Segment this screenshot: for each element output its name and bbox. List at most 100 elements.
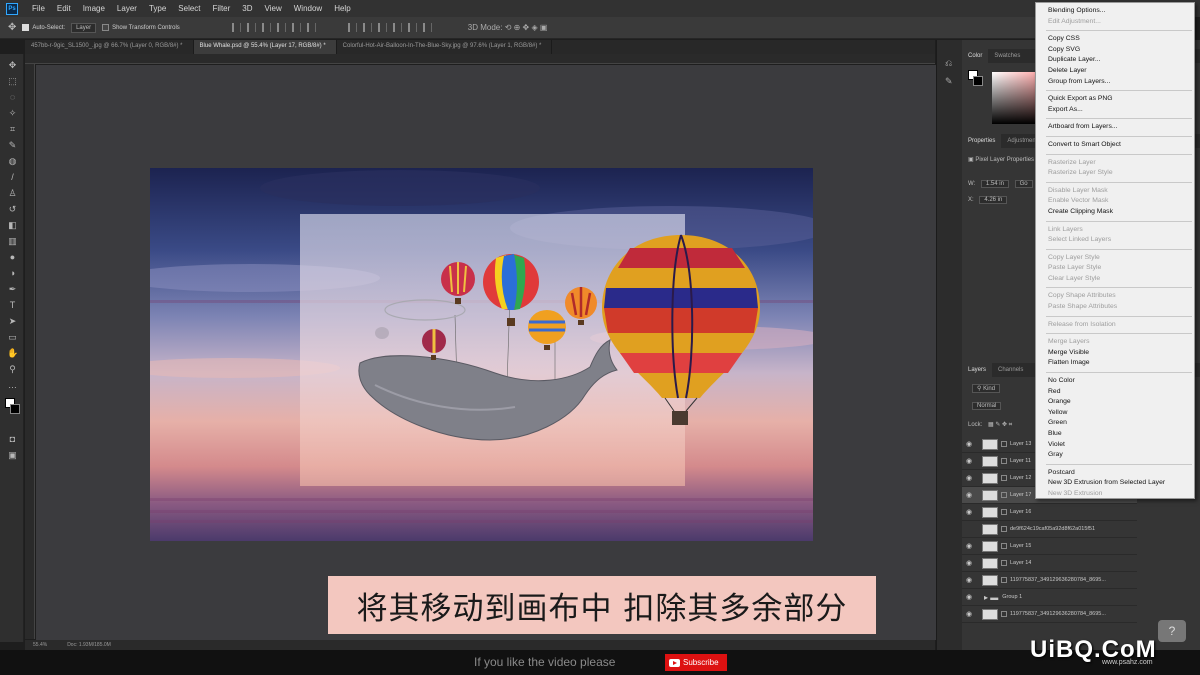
visibility-eye-icon[interactable]: ◉: [962, 508, 976, 516]
context-menu-item[interactable]: Red: [1036, 387, 1194, 398]
tab-properties[interactable]: Properties: [962, 134, 1002, 148]
visibility-eye-icon[interactable]: ◉: [962, 610, 976, 618]
align-middle-icon[interactable]: [291, 23, 301, 32]
screen-mode-icon[interactable]: ▣: [7, 450, 18, 460]
lasso-tool-icon[interactable]: ◌: [7, 92, 18, 102]
photoshop-logo-icon[interactable]: Ps: [6, 2, 18, 15]
layer-row[interactable]: ◉ Layer 14: [962, 555, 1137, 572]
hand-tool-icon[interactable]: ✋: [7, 348, 18, 358]
zoom-level[interactable]: 55.4%: [33, 642, 47, 648]
menu-image[interactable]: Image: [77, 4, 111, 13]
visibility-eye-icon[interactable]: ◉: [962, 542, 976, 550]
transform-controls-checkbox[interactable]: Show Transform Controls: [102, 23, 180, 31]
menu-window[interactable]: Window: [288, 4, 328, 13]
context-menu-item[interactable]: Orange: [1036, 397, 1194, 408]
layer-group-row[interactable]: ◉ ▸ ▬ Group 1: [962, 589, 1137, 606]
context-menu-item[interactable]: Gray: [1036, 450, 1194, 461]
context-menu-item[interactable]: Artboard from Layers...: [1036, 122, 1194, 133]
context-menu-item[interactable]: Green: [1036, 418, 1194, 429]
context-menu-item[interactable]: Create Clipping Mask: [1036, 207, 1194, 218]
eraser-tool-icon[interactable]: ◧: [7, 220, 18, 230]
distribute-center-icon[interactable]: [407, 23, 417, 32]
distribute-top-icon[interactable]: [347, 23, 357, 32]
visibility-eye-icon[interactable]: ◉: [962, 576, 976, 584]
layer-row[interactable]: ◉ Layer 16: [962, 504, 1137, 521]
context-menu-item[interactable]: Delete Layer: [1036, 66, 1194, 77]
history-panel-icon[interactable]: ⎌: [945, 58, 952, 69]
context-menu-item[interactable]: Yellow: [1036, 408, 1194, 419]
align-top-icon[interactable]: [276, 23, 286, 32]
background-color-swatch[interactable]: [973, 76, 983, 86]
context-menu-item[interactable]: New 3D Extrusion from Selected Layer: [1036, 478, 1194, 489]
tab-document-3[interactable]: Colorful-Hot-Air-Balloon-In-The-Blue-Sky…: [337, 40, 553, 54]
healing-brush-tool-icon[interactable]: ◍: [7, 156, 18, 166]
3d-mode-icon[interactable]: 3D Mode: ⟲ ⊕ ✥ ◈ ▣: [468, 23, 548, 32]
distribute-right-icon[interactable]: [422, 23, 432, 32]
marquee-tool-icon[interactable]: ⬚: [7, 76, 18, 86]
context-menu-item[interactable]: Quick Export as PNG: [1036, 94, 1194, 105]
layer-row[interactable]: de9f624c19caf05a92d8f62a015f51: [962, 521, 1137, 538]
clone-stamp-tool-icon[interactable]: ♙: [7, 188, 18, 198]
brush-panel-icon[interactable]: ✎: [945, 76, 953, 87]
eyedropper-tool-icon[interactable]: ✎: [7, 140, 18, 150]
tab-color[interactable]: Color: [962, 49, 989, 63]
pen-tool-icon[interactable]: ✒: [7, 284, 18, 294]
context-menu-item[interactable]: Flatten Image: [1036, 358, 1194, 369]
visibility-eye-icon[interactable]: ◉: [962, 491, 976, 499]
more-tools-icon[interactable]: …: [7, 380, 18, 390]
width-field[interactable]: 1.54 in: [980, 180, 1009, 188]
auto-select-checkbox[interactable]: Auto-Select:: [22, 23, 65, 31]
visibility-eye-icon[interactable]: ◉: [962, 440, 976, 448]
context-menu-item[interactable]: Violet: [1036, 440, 1194, 451]
context-menu-item[interactable]: Convert to Smart Object: [1036, 140, 1194, 151]
align-right-icon[interactable]: [261, 23, 271, 32]
context-menu-item[interactable]: Export As...: [1036, 105, 1194, 116]
help-icon[interactable]: ?: [1158, 620, 1186, 642]
distribute-left-icon[interactable]: [392, 23, 402, 32]
visibility-eye-icon[interactable]: ◉: [962, 457, 976, 465]
menu-type[interactable]: Type: [143, 4, 172, 13]
context-menu-item[interactable]: Group from Layers...: [1036, 77, 1194, 88]
tab-layers[interactable]: Layers: [962, 363, 993, 377]
tab-document-active[interactable]: Blue Whale.psd @ 55.4% (Layer 17, RGB/8#…: [193, 40, 337, 54]
context-menu-item[interactable]: Duplicate Layer...: [1036, 55, 1194, 66]
layer-row[interactable]: ◉ Layer 15: [962, 538, 1137, 555]
menu-file[interactable]: File: [26, 4, 51, 13]
menu-3d[interactable]: 3D: [236, 4, 258, 13]
distribute-bottom-icon[interactable]: [377, 23, 387, 32]
magic-wand-tool-icon[interactable]: ✧: [7, 108, 18, 118]
context-menu-item[interactable]: Copy CSS: [1036, 34, 1194, 45]
link-field[interactable]: Go: [1014, 180, 1033, 188]
type-tool-icon[interactable]: T: [7, 300, 18, 310]
x-field[interactable]: 4.26 in: [979, 196, 1008, 204]
path-selection-tool-icon[interactable]: ➤: [7, 316, 18, 326]
tab-channels[interactable]: Channels: [992, 363, 1029, 377]
subscribe-button[interactable]: Subscribe: [665, 654, 727, 671]
auto-select-target-dropdown[interactable]: Layer: [71, 22, 97, 33]
context-menu-item[interactable]: No Color: [1036, 376, 1194, 387]
move-tool-icon[interactable]: ✥: [8, 22, 16, 33]
distribute-middle-icon[interactable]: [362, 23, 372, 32]
kind-filter-dropdown[interactable]: ⚲ Kind: [972, 384, 1001, 393]
tab-swatches[interactable]: Swatches: [988, 49, 1026, 63]
gradient-tool-icon[interactable]: ▥: [7, 236, 18, 246]
menu-help[interactable]: Help: [328, 4, 356, 13]
align-center-icon[interactable]: [246, 23, 256, 32]
shape-tool-icon[interactable]: ▭: [7, 332, 18, 342]
menu-view[interactable]: View: [259, 4, 288, 13]
context-menu-item[interactable]: Copy SVG: [1036, 45, 1194, 56]
visibility-eye-icon[interactable]: ◉: [962, 559, 976, 567]
visibility-eye-icon[interactable]: ◉: [962, 474, 976, 482]
move-tool-icon[interactable]: ✥: [7, 60, 18, 70]
tab-document-1[interactable]: 457bb-r-9gic_SL1500_.jpg @ 66.7% (Layer …: [25, 40, 194, 54]
context-menu-item[interactable]: Blending Options...: [1036, 6, 1194, 17]
blur-tool-icon[interactable]: ●: [7, 252, 18, 262]
layer-row[interactable]: ◉ 119775837_349129636280784_8695...: [962, 572, 1137, 589]
brush-tool-icon[interactable]: /: [7, 172, 18, 182]
lock-icons[interactable]: ▦ ✎ ✥ ⌗: [988, 422, 1012, 428]
context-menu-item[interactable]: Merge Visible: [1036, 348, 1194, 359]
menu-edit[interactable]: Edit: [51, 4, 77, 13]
history-brush-tool-icon[interactable]: ↺: [7, 204, 18, 214]
quick-mask-icon[interactable]: ◘: [7, 434, 18, 444]
layer-row[interactable]: ◉ 119775837_349129636280784_8695...: [962, 606, 1137, 623]
